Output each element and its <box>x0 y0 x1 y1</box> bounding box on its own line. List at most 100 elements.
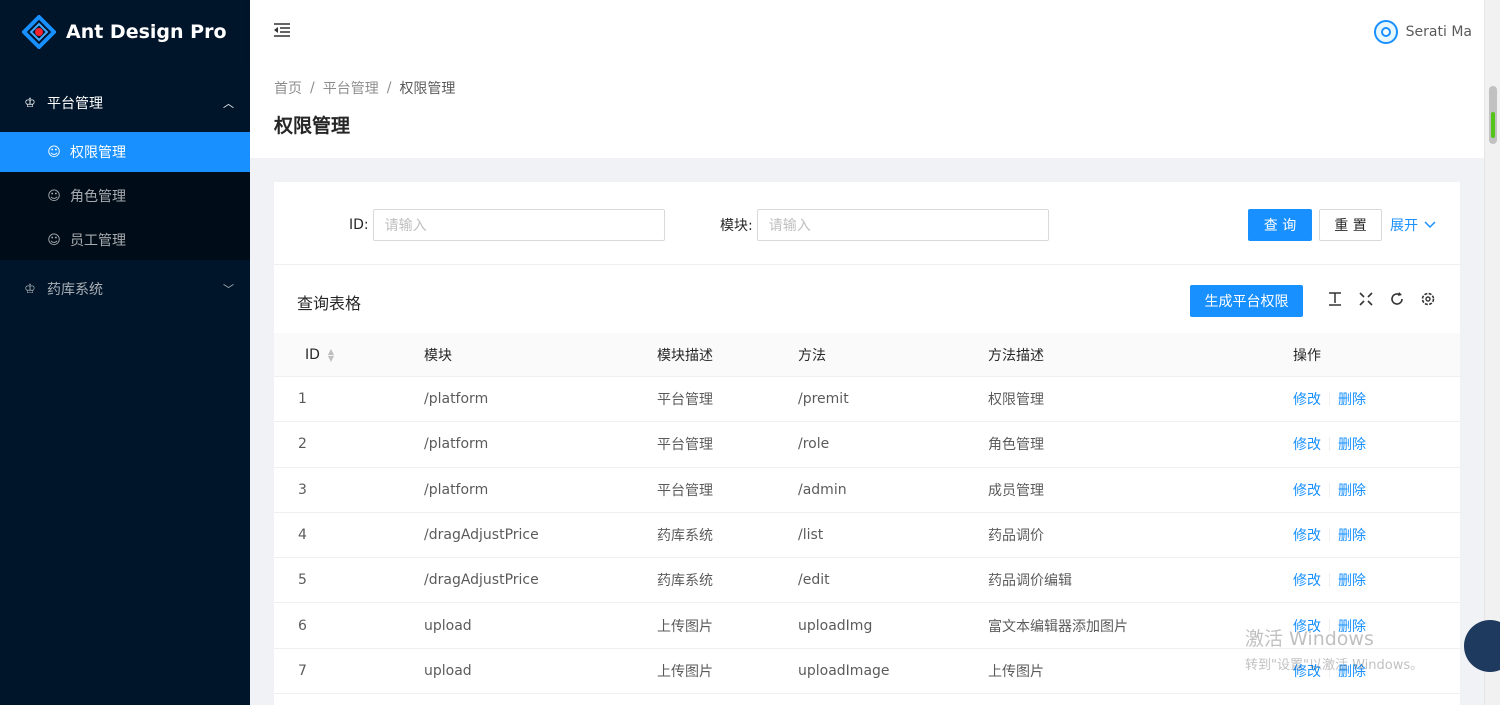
cell-method-desc: 成员管理 <box>988 482 1044 499</box>
sidebar: Ant Design Pro ♔ 平台管理 ︿ ☺ 权限管理 ☺ 角色管理 ☺ … <box>0 0 250 705</box>
sidebar-item-label: 员工管理 <box>70 233 126 249</box>
chevron-down-icon <box>1424 217 1436 233</box>
edit-link[interactable]: 修改 <box>1293 525 1321 545</box>
page-title: 权限管理 <box>274 115 351 137</box>
breadcrumb: 首页 / 平台管理 / 权限管理 <box>274 78 1460 98</box>
reload-icon[interactable] <box>1387 289 1407 309</box>
cell-method: /admin <box>798 481 847 498</box>
module-input[interactable]: 请输入 <box>756 209 1049 241</box>
column-header-module: 模块 <box>424 347 452 364</box>
cell-module-desc: 药库系统 <box>657 573 713 590</box>
delete-link[interactable]: 删除 <box>1338 480 1366 500</box>
app-title: Ant Design Pro <box>66 21 227 43</box>
edit-link[interactable]: 修改 <box>1293 570 1321 590</box>
user-name: Serati Ma <box>1405 24 1472 40</box>
sort-icon[interactable]: ▲ ▼ <box>328 347 334 362</box>
breadcrumb-platform[interactable]: 平台管理 <box>323 78 379 98</box>
sidebar-item-staff[interactable]: ☺ 员工管理 <box>0 220 250 260</box>
action-divider <box>1329 528 1330 543</box>
action-divider <box>1329 392 1330 407</box>
table-row: 5/dragAdjustPrice 药库系统/edit 药品调价编辑 修改 删除 <box>274 558 1460 604</box>
cell-method-desc: 药品调价编辑 <box>988 573 1072 590</box>
cell-module-desc: 上传图片 <box>657 618 713 635</box>
table-row: 4/dragAdjustPrice 药库系统/list 药品调价 修改 删除 <box>274 513 1460 559</box>
breadcrumb-current: 权限管理 <box>399 81 456 97</box>
cell-method: /premit <box>798 391 849 408</box>
menu-fold-icon[interactable] <box>272 22 296 43</box>
module-label: 模块: <box>720 218 753 234</box>
density-icon[interactable] <box>1325 289 1345 309</box>
cell-module-desc: 平台管理 <box>657 482 713 499</box>
edit-link[interactable]: 修改 <box>1293 434 1321 454</box>
fullscreen-icon[interactable] <box>1356 289 1376 309</box>
cell-module: /dragAdjustPrice <box>424 572 539 589</box>
cell-module-desc: 药库系统 <box>657 528 713 545</box>
side-menu: ♔ 平台管理 ︿ ☺ 权限管理 ☺ 角色管理 ☺ 员工管理 ♔ 药库系统 ﹀ <box>0 78 250 314</box>
table-title: 查询表格 <box>297 294 362 313</box>
submenu-platform: ☺ 权限管理 ☺ 角色管理 ☺ 员工管理 <box>0 132 250 260</box>
table-toolbar: 查询表格 生成平台权限 <box>274 265 1460 333</box>
cell-method: /list <box>798 527 824 544</box>
module-field: 模块: 请输入 <box>720 209 1049 241</box>
action-divider <box>1329 482 1330 497</box>
delete-link[interactable]: 删除 <box>1338 570 1366 590</box>
delete-link[interactable]: 删除 <box>1338 434 1366 454</box>
cell-module: /dragAdjustPrice <box>424 527 539 544</box>
action-divider <box>1329 573 1330 588</box>
cell-module-desc: 上传图片 <box>657 663 713 680</box>
cell-actions: 修改 删除 <box>1293 468 1366 512</box>
edit-link[interactable]: 修改 <box>1293 389 1321 409</box>
column-header-method-desc: 方法描述 <box>988 347 1044 364</box>
page-header: 首页 / 平台管理 / 权限管理 权限管理 <box>250 64 1484 158</box>
page-scrollbar[interactable] <box>1484 0 1500 705</box>
menu-group-platform[interactable]: ♔ 平台管理 ︿ <box>0 78 250 128</box>
sidebar-item-permission[interactable]: ☺ 权限管理 <box>0 132 250 172</box>
smile-icon: ☺ <box>47 144 61 160</box>
menu-group-label: 平台管理 <box>47 96 103 112</box>
cell-id: 7 <box>298 662 307 679</box>
settings-icon[interactable] <box>1418 289 1438 309</box>
cell-id: 5 <box>298 572 307 589</box>
cell-id: 6 <box>298 617 307 634</box>
user-menu[interactable]: Serati Ma <box>1373 20 1472 44</box>
menu-group-pharmacy[interactable]: ♔ 药库系统 ﹀ <box>0 264 250 314</box>
query-button[interactable]: 查 询 <box>1248 209 1312 241</box>
scroll-thumb[interactable] <box>1489 86 1497 144</box>
column-header-id[interactable]: ID ▲ ▼ <box>305 333 334 376</box>
column-header-method: 方法 <box>798 347 826 364</box>
create-permission-button[interactable]: 生成平台权限 <box>1190 285 1303 317</box>
breadcrumb-separator: / <box>386 80 392 96</box>
cell-method-desc: 药品调价 <box>988 528 1044 545</box>
breadcrumb-separator: / <box>310 80 315 96</box>
reset-button[interactable]: 重 置 <box>1319 209 1382 241</box>
id-input[interactable]: 请输入 <box>372 209 665 241</box>
cell-method-desc: 富文本编辑器添加图片 <box>988 618 1128 635</box>
table-header: ID ▲ ▼ 模块 模块描述 方法 方法描述 操作 <box>274 333 1460 377</box>
cell-module: upload <box>424 617 472 634</box>
floating-action-button[interactable] <box>1464 620 1500 672</box>
expand-link[interactable]: 展开 <box>1388 209 1438 241</box>
delete-link[interactable]: 删除 <box>1338 389 1366 409</box>
chevron-up-icon: ︿ <box>223 97 234 110</box>
cell-id: 4 <box>298 527 307 544</box>
logo-icon <box>21 14 57 50</box>
id-label: ID: <box>349 217 369 233</box>
delete-link[interactable]: 删除 <box>1338 525 1366 545</box>
search-form: ID: 请输入 模块: 请输入 查 询 重 置 展开 <box>274 182 1460 264</box>
cell-method: uploadImg <box>798 617 873 634</box>
windows-activation-watermark: 激活 Windows 转到"设置"以激活 Windows。 <box>1245 628 1424 673</box>
global-header: Serati Ma <box>250 0 1484 64</box>
logo[interactable]: Ant Design Pro <box>0 0 250 64</box>
crown-icon: ♔ <box>24 281 36 297</box>
table-row: 1/platform 平台管理/premit 权限管理 修改 删除 <box>274 377 1460 423</box>
cell-method: /edit <box>798 572 830 589</box>
cell-id: 3 <box>298 481 307 498</box>
avatar <box>1373 20 1398 44</box>
edit-link[interactable]: 修改 <box>1293 480 1321 500</box>
id-field: ID: 请输入 <box>349 209 665 241</box>
table-row: 3/platform 平台管理/admin 成员管理 修改 删除 <box>274 468 1460 513</box>
cell-method-desc: 上传图片 <box>988 663 1044 680</box>
cell-method: uploadImage <box>798 662 890 679</box>
breadcrumb-home[interactable]: 首页 <box>274 78 302 98</box>
sidebar-item-role[interactable]: ☺ 角色管理 <box>0 176 250 216</box>
